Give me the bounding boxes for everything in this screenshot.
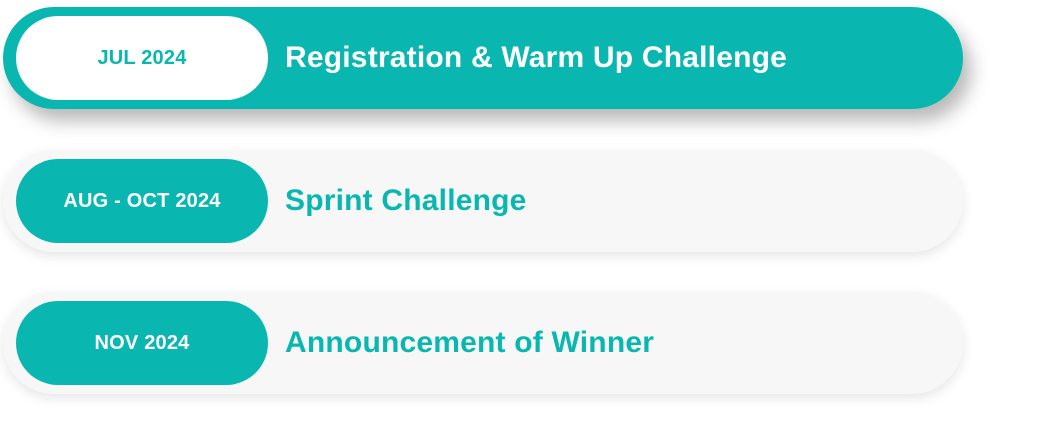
timeline-date-badge: JUL 2024: [16, 16, 268, 100]
timeline-date-badge: AUG - OCT 2024: [16, 159, 268, 243]
timeline-item-winner-announcement: NOV 2024 Announcement of Winner: [3, 292, 963, 394]
timeline-item-title: Sprint Challenge: [285, 184, 527, 217]
challenge-timeline: JUL 2024 Registration & Warm Up Challeng…: [0, 0, 1037, 422]
timeline-item-sprint-challenge: AUG - OCT 2024 Sprint Challenge: [3, 150, 963, 252]
timeline-item-registration: JUL 2024 Registration & Warm Up Challeng…: [3, 7, 963, 109]
timeline-item-title: Announcement of Winner: [285, 326, 655, 359]
timeline-item-title: Registration & Warm Up Challenge: [285, 41, 788, 74]
timeline-date-badge: NOV 2024: [16, 301, 268, 385]
